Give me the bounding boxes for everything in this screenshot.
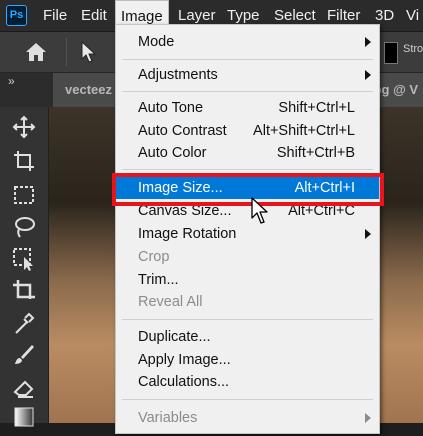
eraser-icon[interactable]: [10, 373, 38, 401]
divider: [66, 38, 67, 66]
photoshop-logo: Ps: [6, 5, 27, 26]
menu-item-label: Auto Tone: [138, 100, 204, 116]
menu-separator: [122, 91, 373, 92]
menu-item-label: Apply Image...: [138, 352, 231, 368]
menu-item-shortcut: Shift+Ctrl+B: [276, 145, 355, 161]
menu-item-shortcut: Alt+Shift+Ctrl+L: [253, 123, 355, 139]
gradient-icon[interactable]: [10, 403, 38, 431]
menu-item-label: Mode: [138, 34, 175, 50]
menu-item-label: Calculations...: [138, 374, 230, 390]
menu-item-trim[interactable]: Trim...: [116, 269, 379, 291]
submenu-arrow-icon: [365, 413, 371, 423]
mouse-cursor-icon: [250, 196, 272, 226]
menu-item-adjustments[interactable]: Adjustments: [116, 64, 379, 86]
move-icon[interactable]: [10, 113, 38, 141]
stroke-label: Stro: [403, 43, 423, 55]
menu-item-label: Crop: [138, 249, 170, 265]
home-icon[interactable]: [24, 41, 48, 63]
menu-item-variables: Variables: [116, 407, 379, 429]
submenu-arrow-icon: [365, 229, 371, 239]
menu-item-apply-image[interactable]: Apply Image...: [116, 349, 379, 371]
menu-item-auto-contrast[interactable]: Auto Contrast Alt+Shift+Ctrl+L: [116, 120, 379, 142]
submenu-arrow-icon: [365, 37, 371, 47]
marquee-icon[interactable]: [10, 181, 38, 209]
menu-item-label: Trim...: [138, 272, 179, 288]
highlight-annotation-box: [112, 173, 384, 206]
menu-item-label: Reveal All: [138, 294, 203, 310]
lasso-icon[interactable]: [10, 213, 38, 241]
menu-item-crop: Crop: [116, 246, 379, 268]
panel-collapse-icon[interactable]: »: [8, 74, 15, 88]
menu-item-duplicate[interactable]: Duplicate...: [116, 326, 379, 348]
menu-item-label: Adjustments: [138, 67, 218, 83]
menu-item-auto-tone[interactable]: Auto Tone Shift+Ctrl+L: [116, 97, 379, 119]
menu-separator: [122, 59, 373, 60]
submenu-arrow-icon: [365, 70, 371, 80]
menu-item-reveal-all: Reveal All: [116, 291, 379, 313]
menu-separator: [122, 319, 373, 320]
color-swatch[interactable]: [384, 42, 398, 64]
menu-separator: [122, 399, 373, 400]
menu-item-calculations[interactable]: Calculations...: [116, 371, 379, 393]
menu-view[interactable]: Vi: [406, 0, 419, 31]
menu-item-label: Duplicate...: [138, 329, 211, 345]
menu-item-label: Image Rotation: [138, 226, 237, 242]
menu-item-auto-color[interactable]: Auto Color Shift+Ctrl+B: [116, 142, 379, 164]
menu-item-label: Auto Color: [138, 145, 207, 161]
image-menu-dropdown: Mode Adjustments Auto Tone Shift+Ctrl+L …: [115, 24, 380, 434]
artboard-icon[interactable]: [10, 147, 38, 175]
object-select-icon[interactable]: [10, 245, 38, 273]
menu-edit[interactable]: Edit: [81, 0, 107, 31]
tab-document-1[interactable]: vecteez: [53, 73, 124, 107]
brush-icon[interactable]: [10, 341, 38, 369]
move-tool-arrow-icon[interactable]: [80, 40, 98, 64]
tools-panel: [0, 107, 49, 427]
menu-separator: [122, 169, 373, 170]
eyedropper-icon[interactable]: [10, 309, 38, 337]
menu-item-image-rotation[interactable]: Image Rotation: [116, 223, 379, 245]
menu-item-shortcut: Shift+Ctrl+L: [278, 100, 355, 116]
menu-item-label: Variables: [138, 410, 198, 426]
menu-item-mode[interactable]: Mode: [116, 31, 379, 53]
crop-icon[interactable]: [10, 277, 38, 305]
menu-file[interactable]: File: [43, 0, 67, 31]
menu-item-label: Auto Contrast: [138, 123, 227, 139]
